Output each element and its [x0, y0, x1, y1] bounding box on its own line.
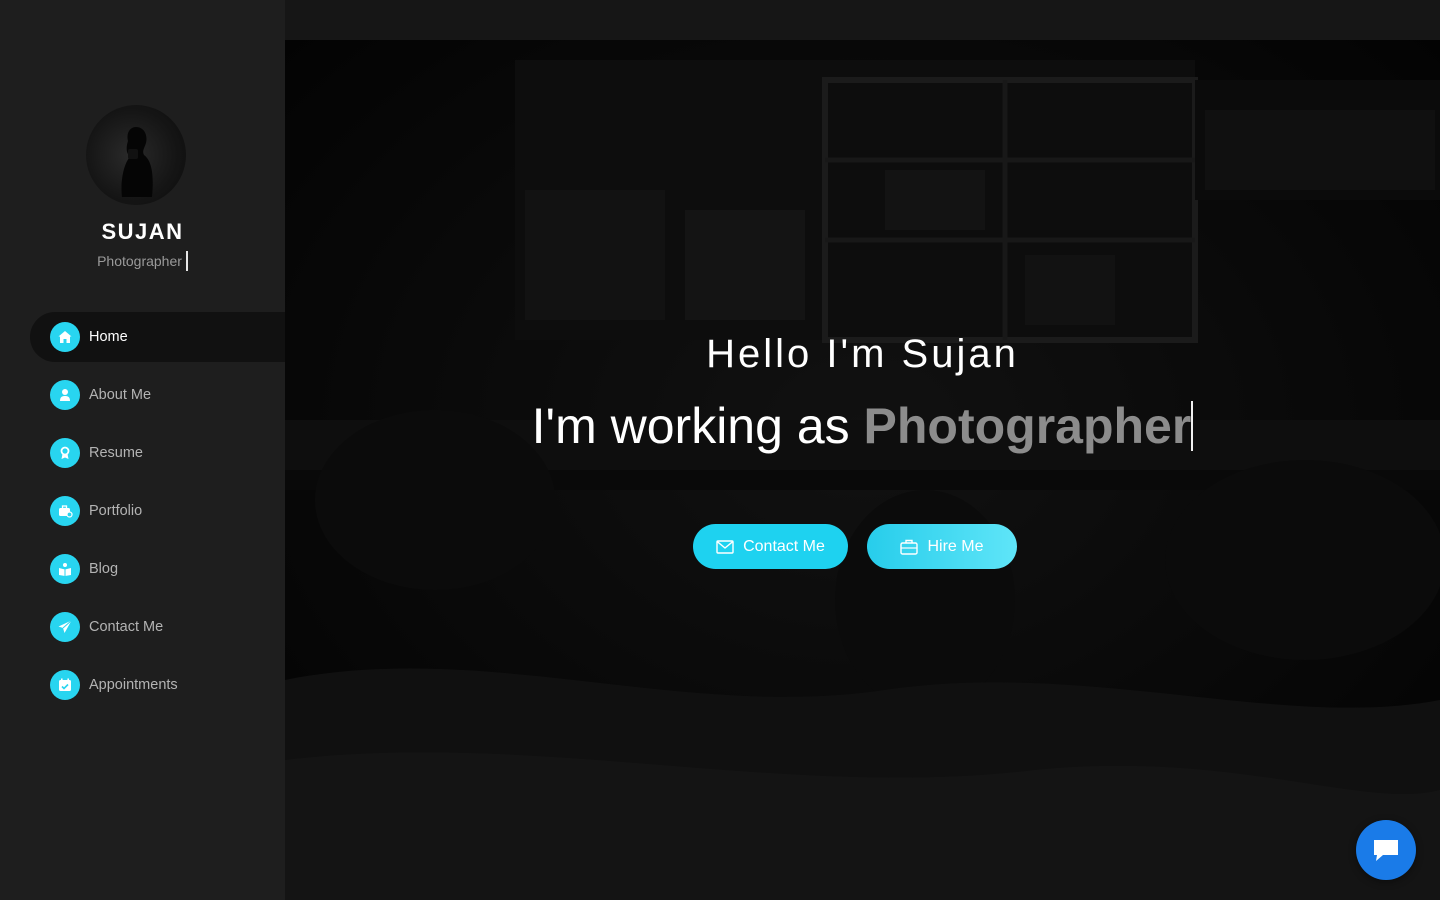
- hero-working-prefix: I'm working as: [531, 398, 864, 454]
- sidebar-item-contact-me[interactable]: Contact Me: [30, 602, 285, 652]
- hero-working-role: Photographer: [863, 398, 1192, 454]
- home-icon: [50, 322, 80, 352]
- sidebar: SUJAN Photographer Home About Me Resume …: [0, 0, 285, 900]
- calendar-icon: [50, 670, 80, 700]
- chat-widget-button[interactable]: [1356, 820, 1416, 880]
- profile-role-wrapper: Photographer: [0, 251, 285, 271]
- book-icon: [50, 554, 80, 584]
- sidebar-item-label: Resume: [89, 445, 143, 461]
- paper-plane-icon: [50, 612, 80, 642]
- sidebar-item-label: Contact Me: [89, 619, 164, 635]
- user-icon: [50, 380, 80, 410]
- hero-background-image: [285, 40, 1440, 900]
- hero-section: Hello I'm Sujan I'm working as Photograp…: [285, 40, 1440, 900]
- hero-greeting: Hello I'm Sujan: [706, 332, 1019, 376]
- sidebar-nav: Home About Me Resume Portfolio Blog Cont…: [30, 312, 285, 718]
- award-icon: [50, 438, 80, 468]
- profile-name: SUJAN: [101, 219, 184, 244]
- sidebar-item-about-me[interactable]: About Me: [30, 370, 285, 420]
- hire-me-button-label: Hire Me: [927, 537, 984, 555]
- sidebar-item-portfolio[interactable]: Portfolio: [30, 486, 285, 536]
- profile-role: Photographer: [97, 253, 182, 269]
- sidebar-item-label: About Me: [89, 387, 152, 403]
- sidebar-item-label: Appointments: [89, 677, 178, 693]
- sidebar-item-blog[interactable]: Blog: [30, 544, 285, 594]
- briefcase-icon: [900, 539, 919, 555]
- sidebar-item-label: Home: [89, 329, 128, 345]
- top-bar: [285, 0, 1440, 40]
- sidebar-item-appointments[interactable]: Appointments: [30, 660, 285, 710]
- typing-cursor: [1191, 401, 1194, 451]
- contact-me-button[interactable]: Contact Me: [693, 524, 848, 569]
- envelope-icon: [716, 539, 734, 554]
- sidebar-item-home[interactable]: Home: [30, 312, 285, 362]
- hero-working-line: I'm working as Photographer: [285, 397, 1440, 455]
- chat-bubble-icon: [1371, 837, 1401, 863]
- sidebar-item-label: Portfolio: [89, 503, 143, 519]
- typing-cursor: [185, 251, 188, 271]
- hire-me-button[interactable]: Hire Me: [867, 524, 1017, 569]
- sidebar-item-label: Blog: [89, 561, 119, 577]
- avatar: [86, 105, 186, 205]
- sidebar-item-resume[interactable]: Resume: [30, 428, 285, 478]
- briefcase-icon: [50, 496, 80, 526]
- contact-me-button-label: Contact Me: [743, 537, 825, 555]
